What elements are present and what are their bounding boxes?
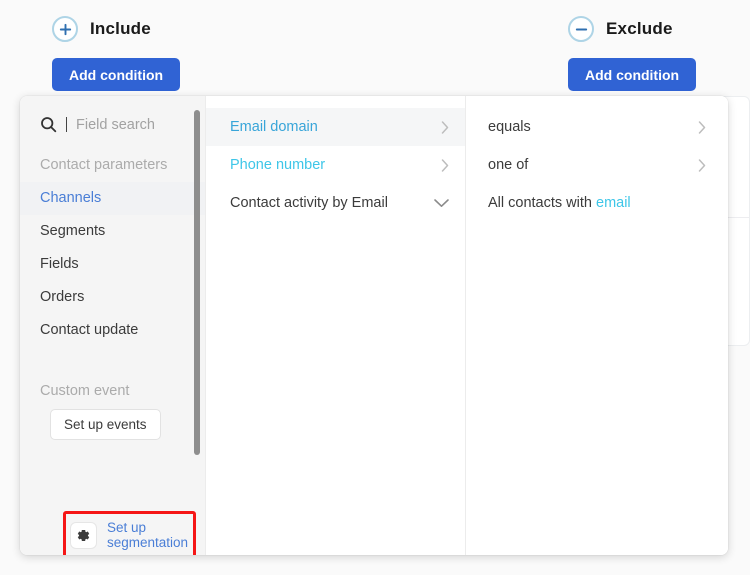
include-section-header: Include [52,16,151,42]
option-contact-activity-by-email[interactable]: Contact activity by Email [206,184,465,222]
sidebar-item-segments[interactable]: Segments [20,215,205,248]
option-label: Contact activity by Email [230,195,388,211]
set-up-segmentation-button[interactable]: Set up segmentation [70,518,190,552]
chevron-right-icon [441,158,449,172]
email-link[interactable]: email [596,195,631,211]
operator-label: one of [488,157,529,173]
option-label: Email domain [230,119,318,135]
custom-event-block: Custom event Set up events [20,383,205,440]
search-input[interactable]: Field search [20,96,205,147]
sidebar-item-contact-update[interactable]: Contact update [20,314,205,347]
chevron-right-icon [698,158,706,172]
category-list: Contact parameters Channels Segments Fie… [20,147,205,347]
minus-circle-icon [568,16,594,42]
include-label: Include [90,19,151,38]
option-label: Phone number [230,157,326,173]
operator-equals[interactable]: equals [466,108,728,146]
set-up-segmentation-label: Set up segmentation [107,519,189,551]
search-placeholder: Field search [76,116,155,133]
sidebar-item-channels[interactable]: Channels [20,182,205,215]
add-condition-exclude-button[interactable]: Add condition [568,58,697,91]
all-contacts-text: All contacts with email [488,195,631,211]
chevron-down-icon [434,198,449,207]
screen: Include Add condition Exclude Add condit… [0,0,750,575]
operator-one-of[interactable]: one of [466,146,728,184]
sidebar-item-fields[interactable]: Fields [20,248,205,281]
search-icon [41,117,57,133]
option-phone-number[interactable]: Phone number [206,146,465,184]
chevron-right-icon [441,120,449,134]
exclude-label: Exclude [606,19,673,38]
sidebar-item-orders[interactable]: Orders [20,281,205,314]
sidebar-item-contact-parameters[interactable]: Contact parameters [20,149,205,182]
set-up-events-button[interactable]: Set up events [50,409,161,440]
all-contacts-with-email-row[interactable]: All contacts with email [466,184,728,222]
gear-icon [70,521,97,549]
field-options-column: Email domain Phone number Contact activi… [206,96,466,555]
plus-circle-icon [52,16,78,42]
add-condition-include-button[interactable]: Add condition [52,58,181,91]
sidebar-scrollbar[interactable] [194,110,200,455]
option-email-domain[interactable]: Email domain [206,108,465,146]
field-category-sidebar: Field search Contact parameters Channels… [20,96,206,555]
exclude-section-header: Exclude [568,16,673,42]
all-contacts-prefix: All contacts with [488,195,596,211]
operator-options-column: equals one of All contacts with email [466,96,728,555]
custom-event-label: Custom event [40,383,130,399]
condition-picker-dropdown: Field search Contact parameters Channels… [20,96,728,555]
operator-label: equals [488,119,531,135]
chevron-right-icon [698,120,706,134]
text-cursor [66,117,67,132]
